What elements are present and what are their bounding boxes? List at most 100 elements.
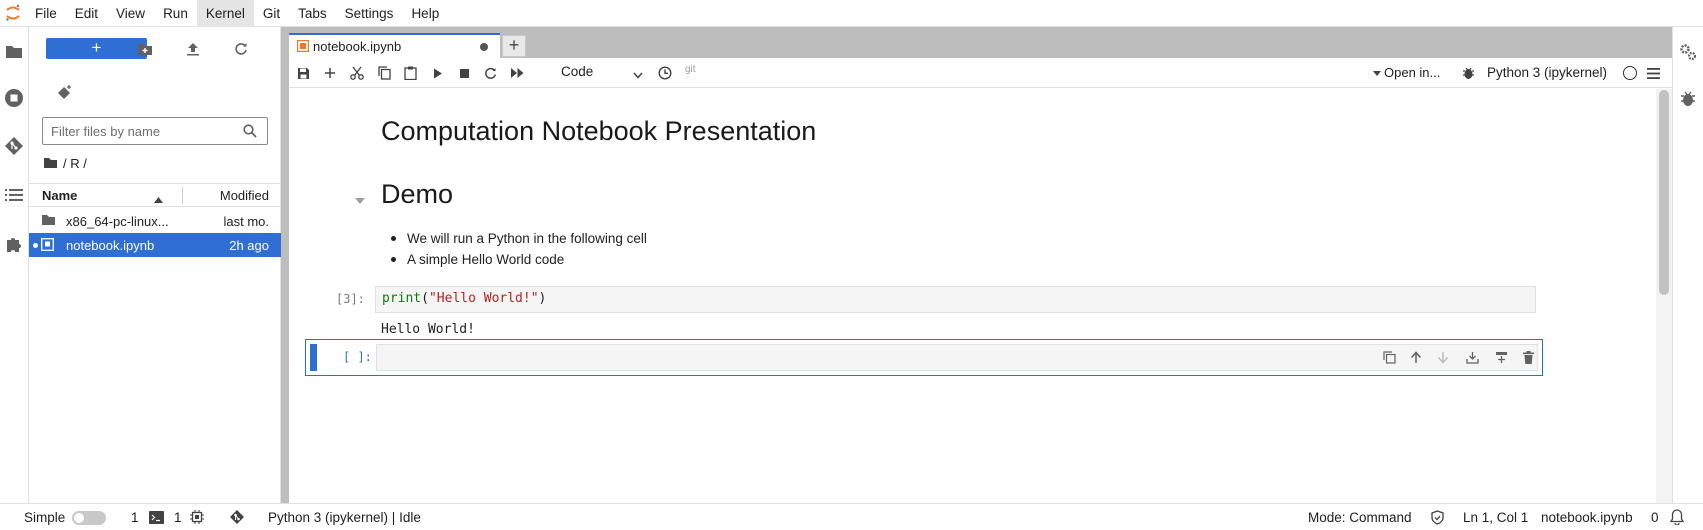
notebook-cells[interactable]: Computation Notebook Presentation Demo W… — [289, 89, 1672, 503]
kernels-count[interactable]: 1 — [174, 510, 182, 525]
notebook-panel: Code git Open in... Python 3 (ipykernel) — [289, 58, 1672, 503]
list-item: A simple Hello World code — [381, 249, 647, 270]
section-heading[interactable]: Demo — [381, 179, 453, 210]
notebook-scrollbar[interactable] — [1656, 89, 1672, 503]
collapse-heading-caret-icon[interactable] — [355, 192, 365, 207]
status-bar: Simple 1 1 Python 3 (ipykernel) | Idle M… — [0, 503, 1703, 530]
file-row-folder[interactable]: x86_64-pc-linux... last mo. — [29, 209, 281, 233]
active-cell-marker[interactable] — [310, 344, 317, 371]
debugger-bug-icon[interactable] — [1458, 63, 1478, 83]
kernel-status[interactable]: Python 3 (ipykernel) | Idle — [268, 510, 421, 525]
running-sessions-icon[interactable] — [3, 87, 25, 109]
menu-kernel[interactable]: Kernel — [196, 0, 254, 27]
duplicate-cell-icon[interactable] — [1380, 348, 1398, 366]
active-cell[interactable]: [ ]: — [305, 339, 1543, 376]
menu-help[interactable]: Help — [402, 0, 448, 27]
upload-icon[interactable] — [183, 39, 203, 59]
column-divider[interactable] — [182, 187, 183, 204]
table-of-contents-icon[interactable] — [3, 184, 25, 206]
breadcrumb[interactable]: / R / — [43, 154, 87, 172]
editor-mode: Mode: Command — [1308, 510, 1412, 525]
code-cell-editor[interactable]: print("Hello World!") — [375, 286, 1536, 313]
delete-cell-trash-icon[interactable] — [1519, 348, 1537, 366]
bullet-list[interactable]: We will run a Python in the following ce… — [381, 228, 647, 270]
notebook-title-heading[interactable]: Computation Notebook Presentation — [381, 116, 816, 147]
file-name: notebook.ipynb — [66, 237, 155, 253]
git-branch-icon[interactable] — [229, 509, 245, 528]
cursor-position[interactable]: Ln 1, Col 1 — [1463, 510, 1528, 525]
modified-column-header[interactable]: Modified — [220, 188, 269, 203]
menu-git[interactable]: Git — [254, 0, 289, 27]
run-icon[interactable] — [428, 63, 448, 83]
menu-settings[interactable]: Settings — [336, 0, 403, 27]
left-sidebar — [0, 27, 29, 503]
open-in-label: Open in... — [1384, 65, 1441, 80]
paste-icon[interactable] — [400, 63, 420, 83]
kernel-status-idle-icon — [1623, 66, 1637, 80]
menu-edit[interactable]: Edit — [66, 0, 107, 27]
extensions-puzzle-icon[interactable] — [3, 233, 25, 255]
execution-count-prompt: [3]: — [336, 292, 365, 306]
menu-file[interactable]: File — [26, 0, 66, 27]
empty-cell-editor[interactable] — [376, 344, 1538, 371]
file-list-header: Name Modified — [29, 183, 281, 207]
folder-icon — [44, 158, 57, 168]
kernel-chip-icon[interactable] — [190, 510, 204, 527]
notifications-bell-icon[interactable] — [1669, 509, 1685, 528]
git-diff-button[interactable]: git — [685, 64, 696, 75]
move-up-arrow-icon[interactable] — [1407, 348, 1425, 366]
property-inspector-gears-icon[interactable] — [1677, 41, 1699, 63]
main-dock-area: notebook.ipynb + Code git Open in... Pyt… — [281, 27, 1672, 503]
cell-type-dropdown[interactable]: Code — [561, 64, 651, 82]
file-browser: + / R / Name Modified — [29, 27, 281, 503]
breadcrumb-path[interactable]: / R / — [63, 156, 87, 171]
menu-view[interactable]: View — [107, 0, 154, 27]
tab-label: notebook.ipynb — [313, 39, 402, 54]
new-tab-button[interactable]: + — [502, 35, 526, 57]
current-filename: notebook.ipynb — [1541, 510, 1633, 525]
copy-icon[interactable] — [374, 63, 394, 83]
simple-mode-toggle[interactable] — [72, 511, 106, 525]
stop-icon[interactable] — [454, 63, 474, 83]
git-clone-icon[interactable] — [55, 82, 75, 102]
name-column-header[interactable]: Name — [42, 188, 77, 203]
right-sidebar — [1672, 27, 1703, 503]
git-icon[interactable] — [3, 135, 25, 157]
fast-forward-icon[interactable] — [507, 63, 527, 83]
notifications-count[interactable]: 0 — [1651, 510, 1659, 525]
kernel-name-button[interactable]: Python 3 (ipykernel) — [1487, 65, 1607, 80]
new-launcher-button[interactable]: + — [46, 38, 147, 59]
insert-cell-above-icon[interactable] — [1492, 348, 1510, 366]
sort-ascending-icon[interactable] — [154, 191, 163, 206]
file-row-notebook[interactable]: notebook.ipynb 2h ago — [29, 233, 281, 257]
terminal-icon[interactable] — [149, 511, 164, 527]
code-function: print — [382, 291, 422, 306]
history-clock-icon[interactable] — [655, 63, 675, 83]
insert-cell-below-icon[interactable] — [1463, 348, 1481, 366]
menu-run[interactable]: Run — [154, 0, 197, 27]
menu-tabs[interactable]: Tabs — [289, 0, 336, 27]
save-icon[interactable] — [293, 63, 313, 83]
open-in-dropdown[interactable]: Open in... — [1373, 65, 1440, 80]
unsaved-indicator[interactable] — [480, 43, 488, 51]
filter-files-input[interactable] — [51, 123, 231, 139]
new-folder-icon[interactable] — [135, 39, 155, 59]
folder-icon — [41, 214, 56, 229]
scrollbar-thumb[interactable] — [1659, 90, 1669, 295]
terminals-count[interactable]: 1 — [131, 510, 139, 525]
tab-notebook[interactable]: notebook.ipynb — [289, 33, 500, 58]
list-item: We will run a Python in the following ce… — [381, 228, 647, 249]
search-icon — [243, 124, 257, 141]
jupyter-logo-icon — [0, 0, 26, 27]
refresh-icon[interactable] — [231, 39, 251, 59]
debugger-bug-icon[interactable] — [1677, 87, 1699, 109]
cut-icon[interactable] — [347, 63, 367, 83]
restart-icon[interactable] — [480, 63, 500, 83]
menu-hamburger-icon[interactable] — [1643, 63, 1663, 83]
folder-icon[interactable] — [3, 41, 25, 63]
move-down-arrow-icon[interactable] — [1434, 348, 1452, 366]
shield-check-icon[interactable] — [1431, 510, 1444, 528]
code-string: "Hello World!" — [428, 291, 539, 306]
filter-files-field[interactable] — [42, 117, 268, 145]
insert-cell-icon[interactable] — [320, 63, 340, 83]
